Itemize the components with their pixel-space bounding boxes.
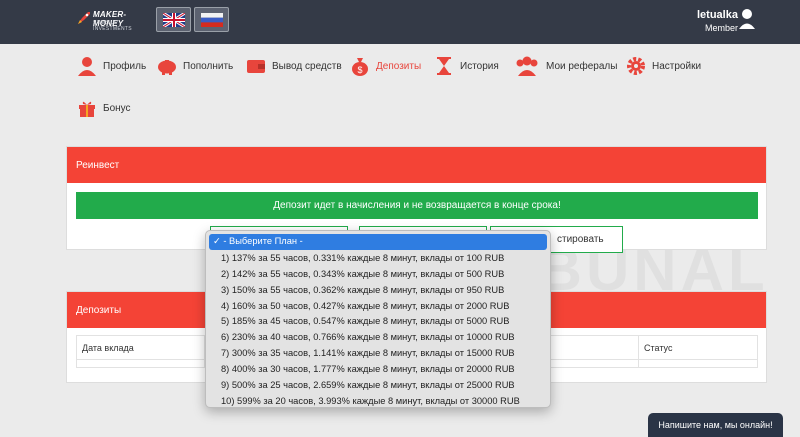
plan-option[interactable]: 10) 599% за 20 часов, 3.993% каждые 8 ми…	[206, 394, 550, 410]
nav-withdraw[interactable]: Вывод средств	[245, 52, 342, 80]
plan-option[interactable]: 9) 500% за 25 часов, 2.659% каждые 8 мин…	[206, 378, 550, 394]
plan-option[interactable]: 1) 137% за 55 часов, 0.331% каждые 8 мин…	[206, 251, 550, 267]
nav-deposits[interactable]: $ Депозиты	[349, 52, 421, 80]
piggy-bank-icon	[156, 55, 178, 77]
nav-label: Бонус	[103, 102, 131, 114]
plan-option[interactable]: 5) 185% за 45 часов, 0.547% каждые 8 мин…	[206, 314, 550, 330]
nav-label: Депозиты	[376, 60, 422, 72]
plan-option[interactable]: 3) 150% за 55 часов, 0.362% каждые 8 мин…	[206, 283, 550, 299]
gear-icon	[625, 55, 647, 77]
nav-referrals[interactable]: Мои рефералы	[513, 52, 617, 80]
plan-option[interactable]: 7) 300% за 35 часов, 1.141% каждые 8 мин…	[206, 346, 550, 362]
plan-option[interactable]: 2) 142% за 55 часов, 0.343% каждые 8 мин…	[206, 267, 550, 283]
nav-label: Профиль	[103, 60, 147, 72]
username[interactable]: letualka	[697, 9, 738, 21]
money-bag-icon: $	[349, 55, 371, 77]
top-bar: MAKER-MONEY STARTUP INVESTMENTS letualka…	[0, 0, 800, 44]
table-cell	[638, 359, 758, 368]
reinvest-notice: Депозит идет в начисления и не возвращае…	[76, 192, 758, 219]
nav-label: Пополнить	[183, 60, 234, 72]
language-ru-button[interactable]	[194, 7, 229, 32]
avatar[interactable]	[738, 8, 756, 30]
users-icon	[513, 55, 541, 77]
chat-widget-button[interactable]: Напишите нам, мы онлайн!	[648, 413, 783, 437]
language-en-button[interactable]	[156, 7, 191, 32]
nav-settings[interactable]: Настройки	[625, 52, 701, 80]
rocket-icon	[78, 12, 90, 24]
uk-flag-icon	[163, 13, 185, 27]
plan-option[interactable]: ✓ - Выберите План -	[209, 234, 547, 250]
nav-label: Вывод средств	[272, 60, 342, 72]
plan-option[interactable]: 8) 400% за 30 часов, 1.777% каждые 8 мин…	[206, 362, 550, 378]
hourglass-icon	[433, 55, 455, 77]
plan-dropdown-list[interactable]: ✓ - Выберите План - 1) 137% за 55 часов,…	[205, 230, 551, 408]
table-cell	[76, 359, 205, 368]
nav-label: История	[460, 60, 499, 72]
user-icon	[76, 55, 98, 77]
nav-history[interactable]: История	[433, 52, 499, 80]
nav-label: Мои рефералы	[546, 60, 618, 72]
nav-label: Настройки	[652, 60, 702, 72]
logo[interactable]: MAKER-MONEY STARTUP INVESTMENTS	[75, 9, 155, 32]
nav-deposit-funds[interactable]: Пополнить	[156, 52, 233, 80]
ru-flag-icon	[201, 13, 223, 27]
svg-text:$: $	[357, 65, 362, 75]
plan-option[interactable]: 6) 230% за 40 часов, 0.766% каждые 8 мин…	[206, 330, 550, 346]
nav-bonus[interactable]: Бонус	[76, 94, 131, 122]
plan-option[interactable]: 4) 160% за 50 часов, 0.427% каждые 8 мин…	[206, 299, 550, 315]
gift-icon	[76, 97, 98, 119]
column-header-status: Статус	[638, 335, 758, 360]
nav-profile[interactable]: Профиль	[76, 52, 146, 80]
user-role: Member	[705, 23, 739, 33]
wallet-icon	[245, 55, 267, 77]
panel-title: Реинвест	[67, 147, 766, 183]
column-header-date: Дата вклада	[76, 335, 205, 360]
logo-subtitle: STARTUP INVESTMENTS	[93, 20, 132, 32]
